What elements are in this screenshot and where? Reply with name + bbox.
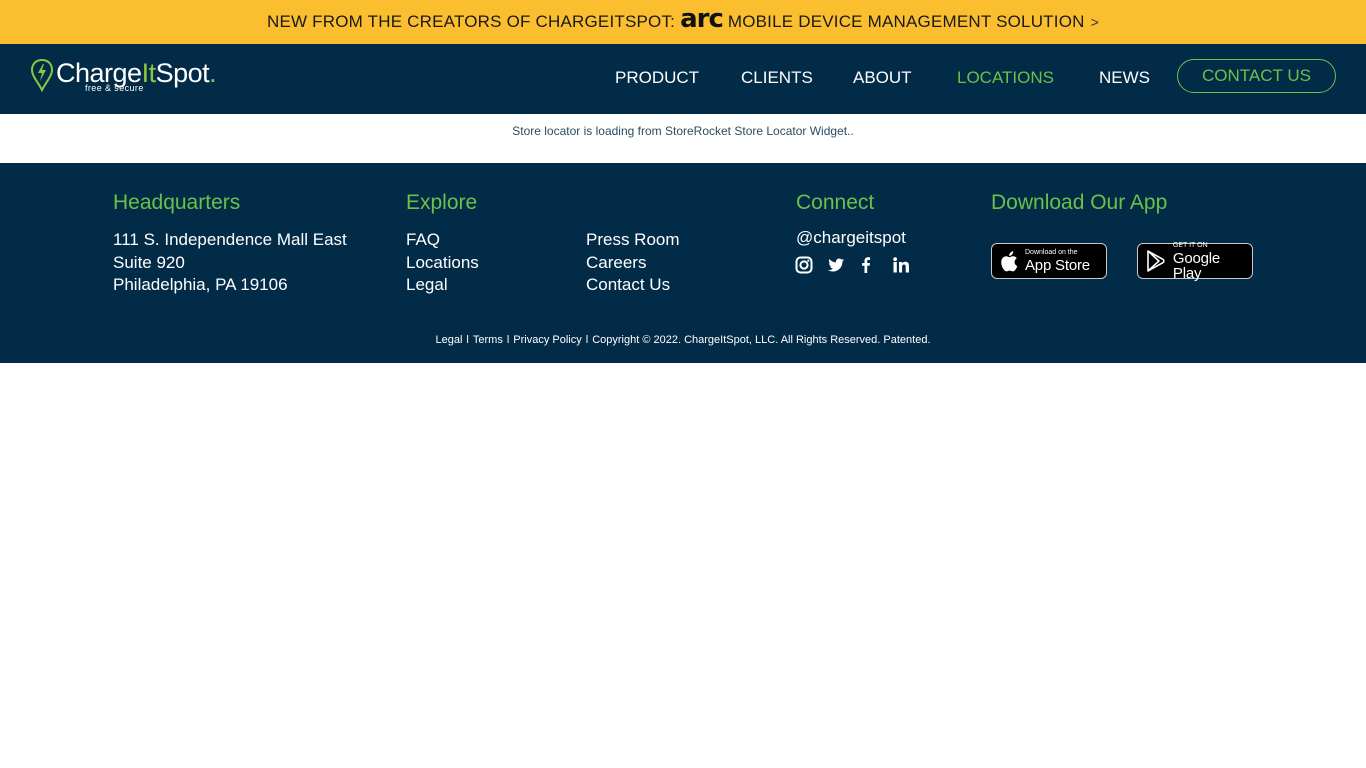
facebook-icon[interactable] bbox=[857, 256, 875, 274]
nav-news[interactable]: NEWS bbox=[1099, 68, 1150, 88]
separator: l bbox=[466, 334, 469, 346]
bolt-pin-icon bbox=[30, 58, 54, 93]
footer-link-legal[interactable]: Legal bbox=[406, 275, 448, 295]
contact-us-button[interactable]: CONTACT US bbox=[1177, 59, 1336, 93]
explore-heading: Explore bbox=[406, 191, 478, 214]
nav-about[interactable]: ABOUT bbox=[853, 68, 912, 88]
google-play-badge[interactable]: GET IT ON Google Play bbox=[1137, 241, 1253, 282]
footer-link-press-room[interactable]: Press Room bbox=[586, 230, 680, 250]
footer-link-contact-us[interactable]: Contact Us bbox=[586, 275, 670, 295]
copyright-bar: Legal l Terms l Privacy Policy l Copyright © 2… bbox=[0, 334, 1366, 346]
app-store-badge[interactable]: Download on the App Store bbox=[991, 243, 1107, 279]
footer-link-locations[interactable]: Locations bbox=[406, 253, 479, 273]
google-play-small-text: GET IT ON bbox=[1172, 241, 1208, 249]
linkedin-icon[interactable] bbox=[892, 256, 910, 274]
headquarters-heading: Headquarters bbox=[113, 191, 241, 214]
instagram-icon[interactable] bbox=[795, 256, 813, 274]
arc-logo: arc bbox=[680, 4, 724, 34]
banner-text-before: NEW FROM THE CREATORS OF CHARGEITSPOT: bbox=[267, 12, 676, 31]
address-line-2: Suite 920 bbox=[113, 253, 185, 272]
chevron-right-icon: > bbox=[1090, 14, 1099, 30]
address-line-1: 111 S. Independence Mall East bbox=[113, 230, 347, 249]
apple-icon bbox=[1001, 250, 1018, 271]
google-play-big-text: Google Play bbox=[1172, 249, 1221, 282]
separator: l bbox=[506, 334, 510, 346]
app-store-big-text: App Store bbox=[1025, 257, 1090, 274]
bottom-link-legal[interactable]: Legal bbox=[436, 334, 463, 346]
copyright-text: Copyright © 2022. ChargeItSpot, LLC. All… bbox=[592, 334, 931, 346]
store-locator-loading-text: Store locator is loading from StoreRocke… bbox=[512, 124, 854, 138]
announcement-banner[interactable]: NEW FROM THE CREATORS OF CHARGEITSPOT: a… bbox=[0, 0, 1366, 44]
logo-tagline: free & secure bbox=[85, 83, 144, 93]
footer-link-careers[interactable]: Careers bbox=[586, 253, 646, 273]
nav-clients[interactable]: CLIENTS bbox=[741, 68, 813, 88]
nav-locations[interactable]: LOCATIONS bbox=[957, 68, 1054, 88]
address-line-3: Philadelphia, PA 19106 bbox=[113, 275, 288, 294]
separator: l bbox=[585, 334, 589, 346]
twitter-icon[interactable] bbox=[827, 256, 845, 274]
google-play-icon bbox=[1147, 250, 1165, 272]
app-store-small-text: Download on the bbox=[1025, 249, 1078, 256]
social-handle[interactable]: @chargeitspot bbox=[796, 228, 906, 248]
connect-heading: Connect bbox=[796, 191, 875, 214]
bottom-link-terms[interactable]: Terms bbox=[473, 334, 503, 346]
bottom-link-privacy[interactable]: Privacy Policy bbox=[513, 334, 581, 346]
chargeitspot-logo[interactable]: ChargeItSpot. free & secure bbox=[30, 58, 217, 98]
download-app-heading: Download Our App bbox=[991, 191, 1168, 214]
site-header: ChargeItSpot. free & secure PRODUCT CLIE… bbox=[0, 44, 1366, 114]
footer-link-faq[interactable]: FAQ bbox=[406, 230, 440, 250]
nav-product[interactable]: PRODUCT bbox=[615, 68, 699, 88]
banner-text-after: MOBILE DEVICE MANAGEMENT SOLUTION bbox=[727, 12, 1085, 31]
site-footer: Headquarters 111 S. Independence Mall Ea… bbox=[0, 163, 1366, 363]
